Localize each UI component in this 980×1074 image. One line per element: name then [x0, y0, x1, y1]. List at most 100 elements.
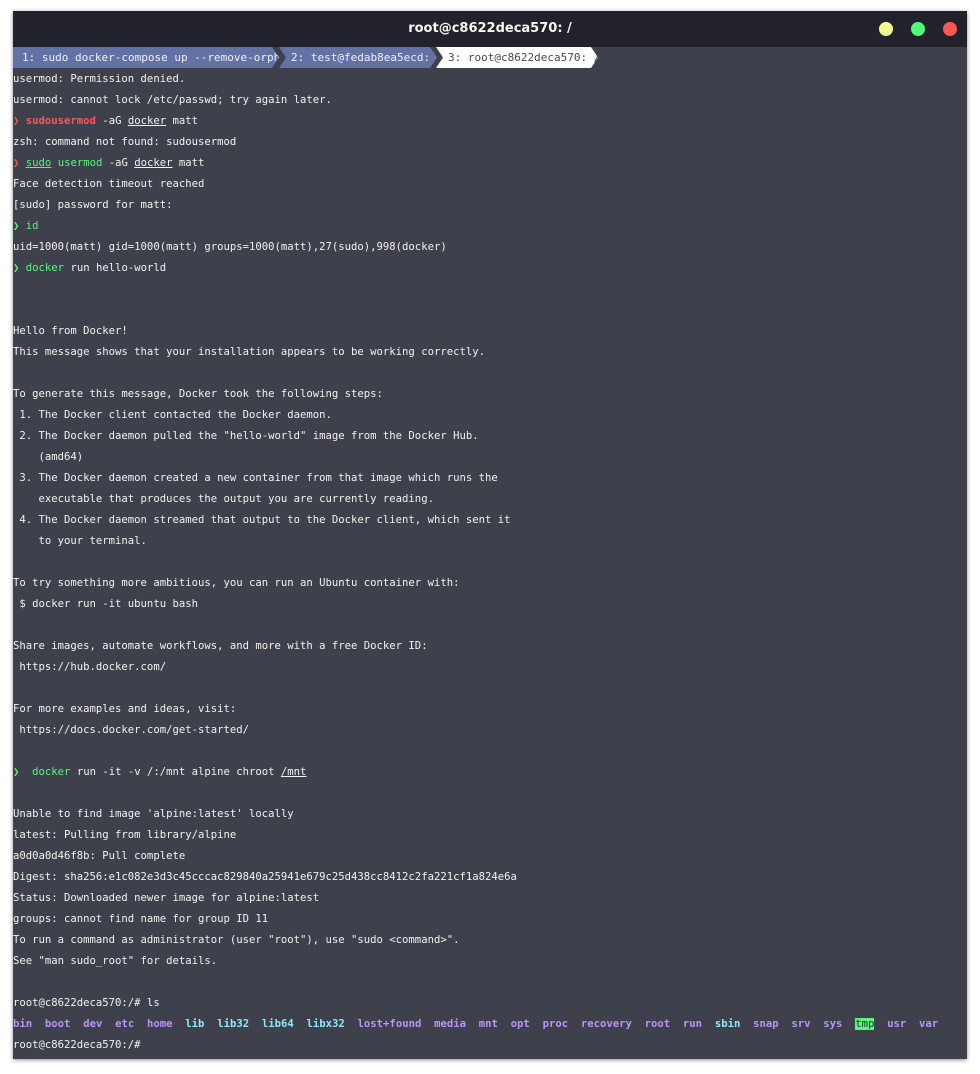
- output-line: $ docker run -it ubuntu bash: [13, 598, 198, 610]
- output-line: 3. The Docker daemon created a new conta…: [13, 472, 498, 484]
- ls-entry: lib: [185, 1018, 205, 1030]
- output-line: https://docs.docker.com/get-started/: [13, 724, 249, 736]
- ls-entry: sbin: [714, 1018, 741, 1030]
- output-line: Share images, automate workflows, and mo…: [13, 640, 428, 652]
- output-line: Status: Downloaded newer image for alpin…: [13, 892, 320, 904]
- output-line: Hello from Docker!: [13, 325, 128, 337]
- command-line: ❯ docker run hello-world: [13, 258, 967, 279]
- command-arg-path: /mnt: [280, 766, 307, 778]
- output-line: 1. The Docker client contacted the Docke…: [13, 409, 332, 421]
- output-line: uid=1000(matt) gid=1000(matt) groups=100…: [13, 241, 447, 253]
- ls-output-line: bin boot dev etc home lib lib32 lib64 li…: [13, 1014, 967, 1035]
- command-line: ❯ docker run -it -v /:/mnt alpine chroot…: [13, 762, 967, 783]
- output-line: usermod: Permission denied.: [13, 73, 186, 85]
- command-name: docker: [32, 766, 71, 778]
- minimize-button[interactable]: [879, 22, 893, 36]
- output-line: (amd64): [13, 451, 84, 463]
- command-name: sudo: [25, 157, 52, 169]
- prompt-ok-icon: ❯: [13, 220, 20, 232]
- tab-1[interactable]: 1: sudo docker-compose up --remove-orpha…: [13, 47, 279, 68]
- command-args: run -it -v /:/mnt alpine chroot: [70, 766, 281, 778]
- output-line: This message shows that your installatio…: [13, 346, 485, 358]
- output-line: For more examples and ideas, visit:: [13, 703, 237, 715]
- ls-entry: root: [644, 1018, 671, 1030]
- ls-entry: var: [919, 1018, 939, 1030]
- ls-entry: lost+found: [357, 1018, 422, 1030]
- ls-entry: boot: [44, 1018, 71, 1030]
- command-name: sudousermod: [25, 115, 96, 127]
- output-line: to your terminal.: [13, 535, 147, 547]
- ls-entry: dev: [83, 1018, 103, 1030]
- output-line: See "man sudo_root" for details.: [13, 955, 218, 967]
- ls-entry: lib32: [217, 1018, 250, 1030]
- ls-entry: libx32: [306, 1018, 345, 1030]
- prompt-ok-icon: ❯: [13, 262, 20, 274]
- ls-entry: run: [682, 1018, 703, 1030]
- output-line: To try something more ambitious, you can…: [13, 577, 460, 589]
- prompt-error-icon: ❯: [13, 115, 20, 127]
- ls-entry: lib64: [261, 1018, 294, 1030]
- command-args: -aG: [95, 115, 128, 127]
- tab-2[interactable]: 2: test@fedab8ea5ecd: /: [279, 47, 437, 68]
- output-line: groups: cannot find name for group ID 11: [13, 913, 269, 925]
- shell-prompt-line: root@c8622deca570:/# ls: [13, 997, 160, 1009]
- ls-entry: media: [434, 1018, 466, 1030]
- output-line: Face detection timeout reached: [13, 178, 205, 190]
- output-line: To generate this message, Docker took th…: [13, 388, 383, 400]
- command-name: id: [25, 220, 39, 232]
- ls-entry: usr: [887, 1018, 907, 1030]
- title-bar[interactable]: root@c8622deca570: /: [13, 11, 967, 47]
- output-line: latest: Pulling from library/alpine: [13, 829, 237, 841]
- ls-entry-tmp: tmp: [855, 1018, 875, 1030]
- ls-entry: srv: [791, 1018, 811, 1030]
- command-args: run hello-world: [64, 262, 167, 274]
- ls-entry: mnt: [478, 1018, 498, 1030]
- tab-bar: 1: sudo docker-compose up --remove-orpha…: [13, 47, 967, 68]
- command-args: matt: [166, 115, 199, 127]
- output-line: executable that produces the output you …: [13, 493, 434, 505]
- ls-entry: sys: [823, 1018, 843, 1030]
- terminal-window: root@c8622deca570: / 1: sudo docker-comp…: [13, 11, 967, 1059]
- command-line: ❯ sudousermod -aG docker matt: [13, 111, 967, 132]
- ls-entry: snap: [753, 1018, 779, 1030]
- window-title: root@c8622deca570: /: [408, 21, 572, 36]
- output-line: zsh: command not found: sudousermod: [13, 136, 237, 148]
- output-line: [sudo] password for matt:: [13, 199, 173, 211]
- terminal-output[interactable]: usermod: Permission denied. usermod: can…: [13, 69, 967, 1056]
- command-args: -aG: [102, 157, 135, 169]
- prompt-ok-icon: ❯: [13, 766, 20, 778]
- ls-entry: home: [147, 1018, 173, 1030]
- maximize-button[interactable]: [911, 22, 925, 36]
- output-line: Unable to find image 'alpine:latest' loc…: [13, 808, 294, 820]
- output-line: https://hub.docker.com/: [13, 661, 167, 673]
- ls-entry: etc: [115, 1018, 135, 1030]
- ls-entry: recovery: [580, 1018, 632, 1030]
- output-line: 4. The Docker daemon streamed that outpu…: [13, 514, 511, 526]
- command-arg-path: docker: [127, 115, 167, 127]
- ls-entry: bin: [13, 1018, 33, 1030]
- ls-entry: proc: [542, 1018, 569, 1030]
- command-name: usermod: [57, 157, 103, 169]
- command-line: ❯ sudo usermod -aG docker matt: [13, 153, 967, 174]
- output-line: a0d0a0d46f8b: Pull complete: [13, 850, 186, 862]
- command-name: docker: [25, 262, 65, 274]
- command-line: ❯ id: [13, 216, 967, 237]
- shell-prompt-line[interactable]: root@c8622deca570:/#: [13, 1035, 967, 1056]
- ls-entry: opt: [510, 1018, 530, 1030]
- output-line: usermod: cannot lock /etc/passwd; try ag…: [13, 94, 332, 106]
- tab-3[interactable]: 3: root@c8622deca570: /: [436, 47, 598, 68]
- output-line: Digest: sha256:e1c082e3d3c45cccac829840a…: [13, 871, 517, 883]
- command-arg-path: docker: [134, 157, 173, 169]
- prompt-error-icon: ❯: [13, 157, 20, 169]
- output-line: To run a command as administrator (user …: [13, 934, 460, 946]
- close-button[interactable]: [943, 22, 957, 36]
